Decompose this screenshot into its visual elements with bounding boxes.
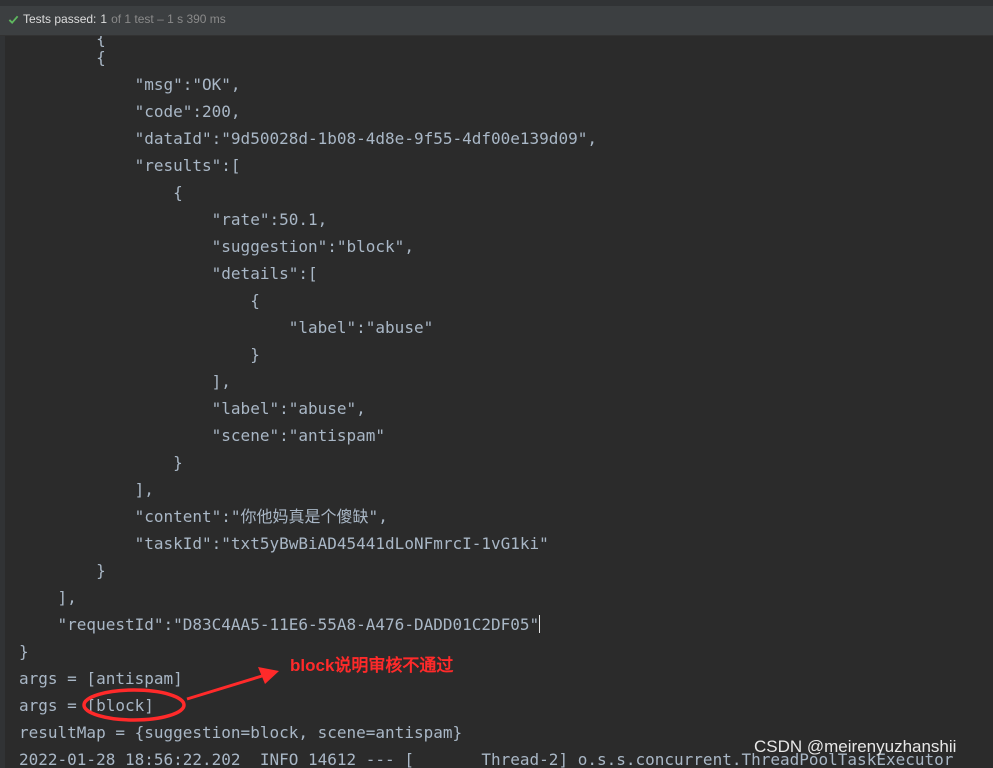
console-line-request-id: "requestId":"D83C4AA5-11E6-55A8-A476-DAD… [19,611,541,638]
console-line: { [19,48,106,67]
console-line: resultMap = {suggestion=block, scene=ant… [19,723,463,742]
status-detail: of 1 test – 1 s 390 ms [111,12,226,26]
annotation-text: block说明审核不通过 [290,656,454,675]
console-line: "scene":"antispam" [19,426,386,445]
status-count: 1 [100,12,108,26]
console-line: "rate":50.1, [19,210,328,229]
console-output[interactable]: { { "msg":"OK", "code":200, "dataId":"9d… [0,36,993,768]
console-line: "content":"你他妈真是个傻缺", [19,507,388,526]
console-line: "msg":"OK", [19,75,241,94]
console-line: "results":[ [19,156,241,175]
console-line: "suggestion":"block", [19,237,414,256]
console-line: args = [antispam] [19,669,183,688]
console-line: "label":"abuse" [19,318,434,337]
text-cursor [539,615,541,633]
test-status[interactable]: Tests passed: 1 of 1 test – 1 s 390 ms [8,12,226,26]
test-status-bar: Tests passed: 1 of 1 test – 1 s 390 ms [0,0,993,36]
status-label: Tests passed: [23,12,97,26]
console-line: } [19,642,29,661]
console-line: } [19,561,106,580]
console-line: { [19,183,183,202]
console-line: ], [19,480,154,499]
console-line: ], [19,588,77,607]
console-line: "details":[ [19,264,318,283]
console-line: ], [19,372,231,391]
console-line: "dataId":"9d50028d-1b08-4d8e-9f55-4df00e… [19,129,597,148]
watermark: CSDN @meirenyuzhanshii [754,737,957,756]
console-line: { [19,291,260,310]
console-line: } [19,453,183,472]
console-line: "label":"abuse", [19,399,366,418]
console-line: } [19,345,260,364]
console-line: "taskId":"txt5yBwBiAD45441dLoNFmrcI-1vG1… [19,534,549,553]
check-icon [8,15,19,24]
console-line: args = [block] [19,696,154,715]
console-line: "code":200, [19,102,241,121]
toolbar-strip [0,0,993,6]
request-id-text: "requestId":"D83C4AA5-11E6-55A8-A476-DAD… [19,615,540,634]
